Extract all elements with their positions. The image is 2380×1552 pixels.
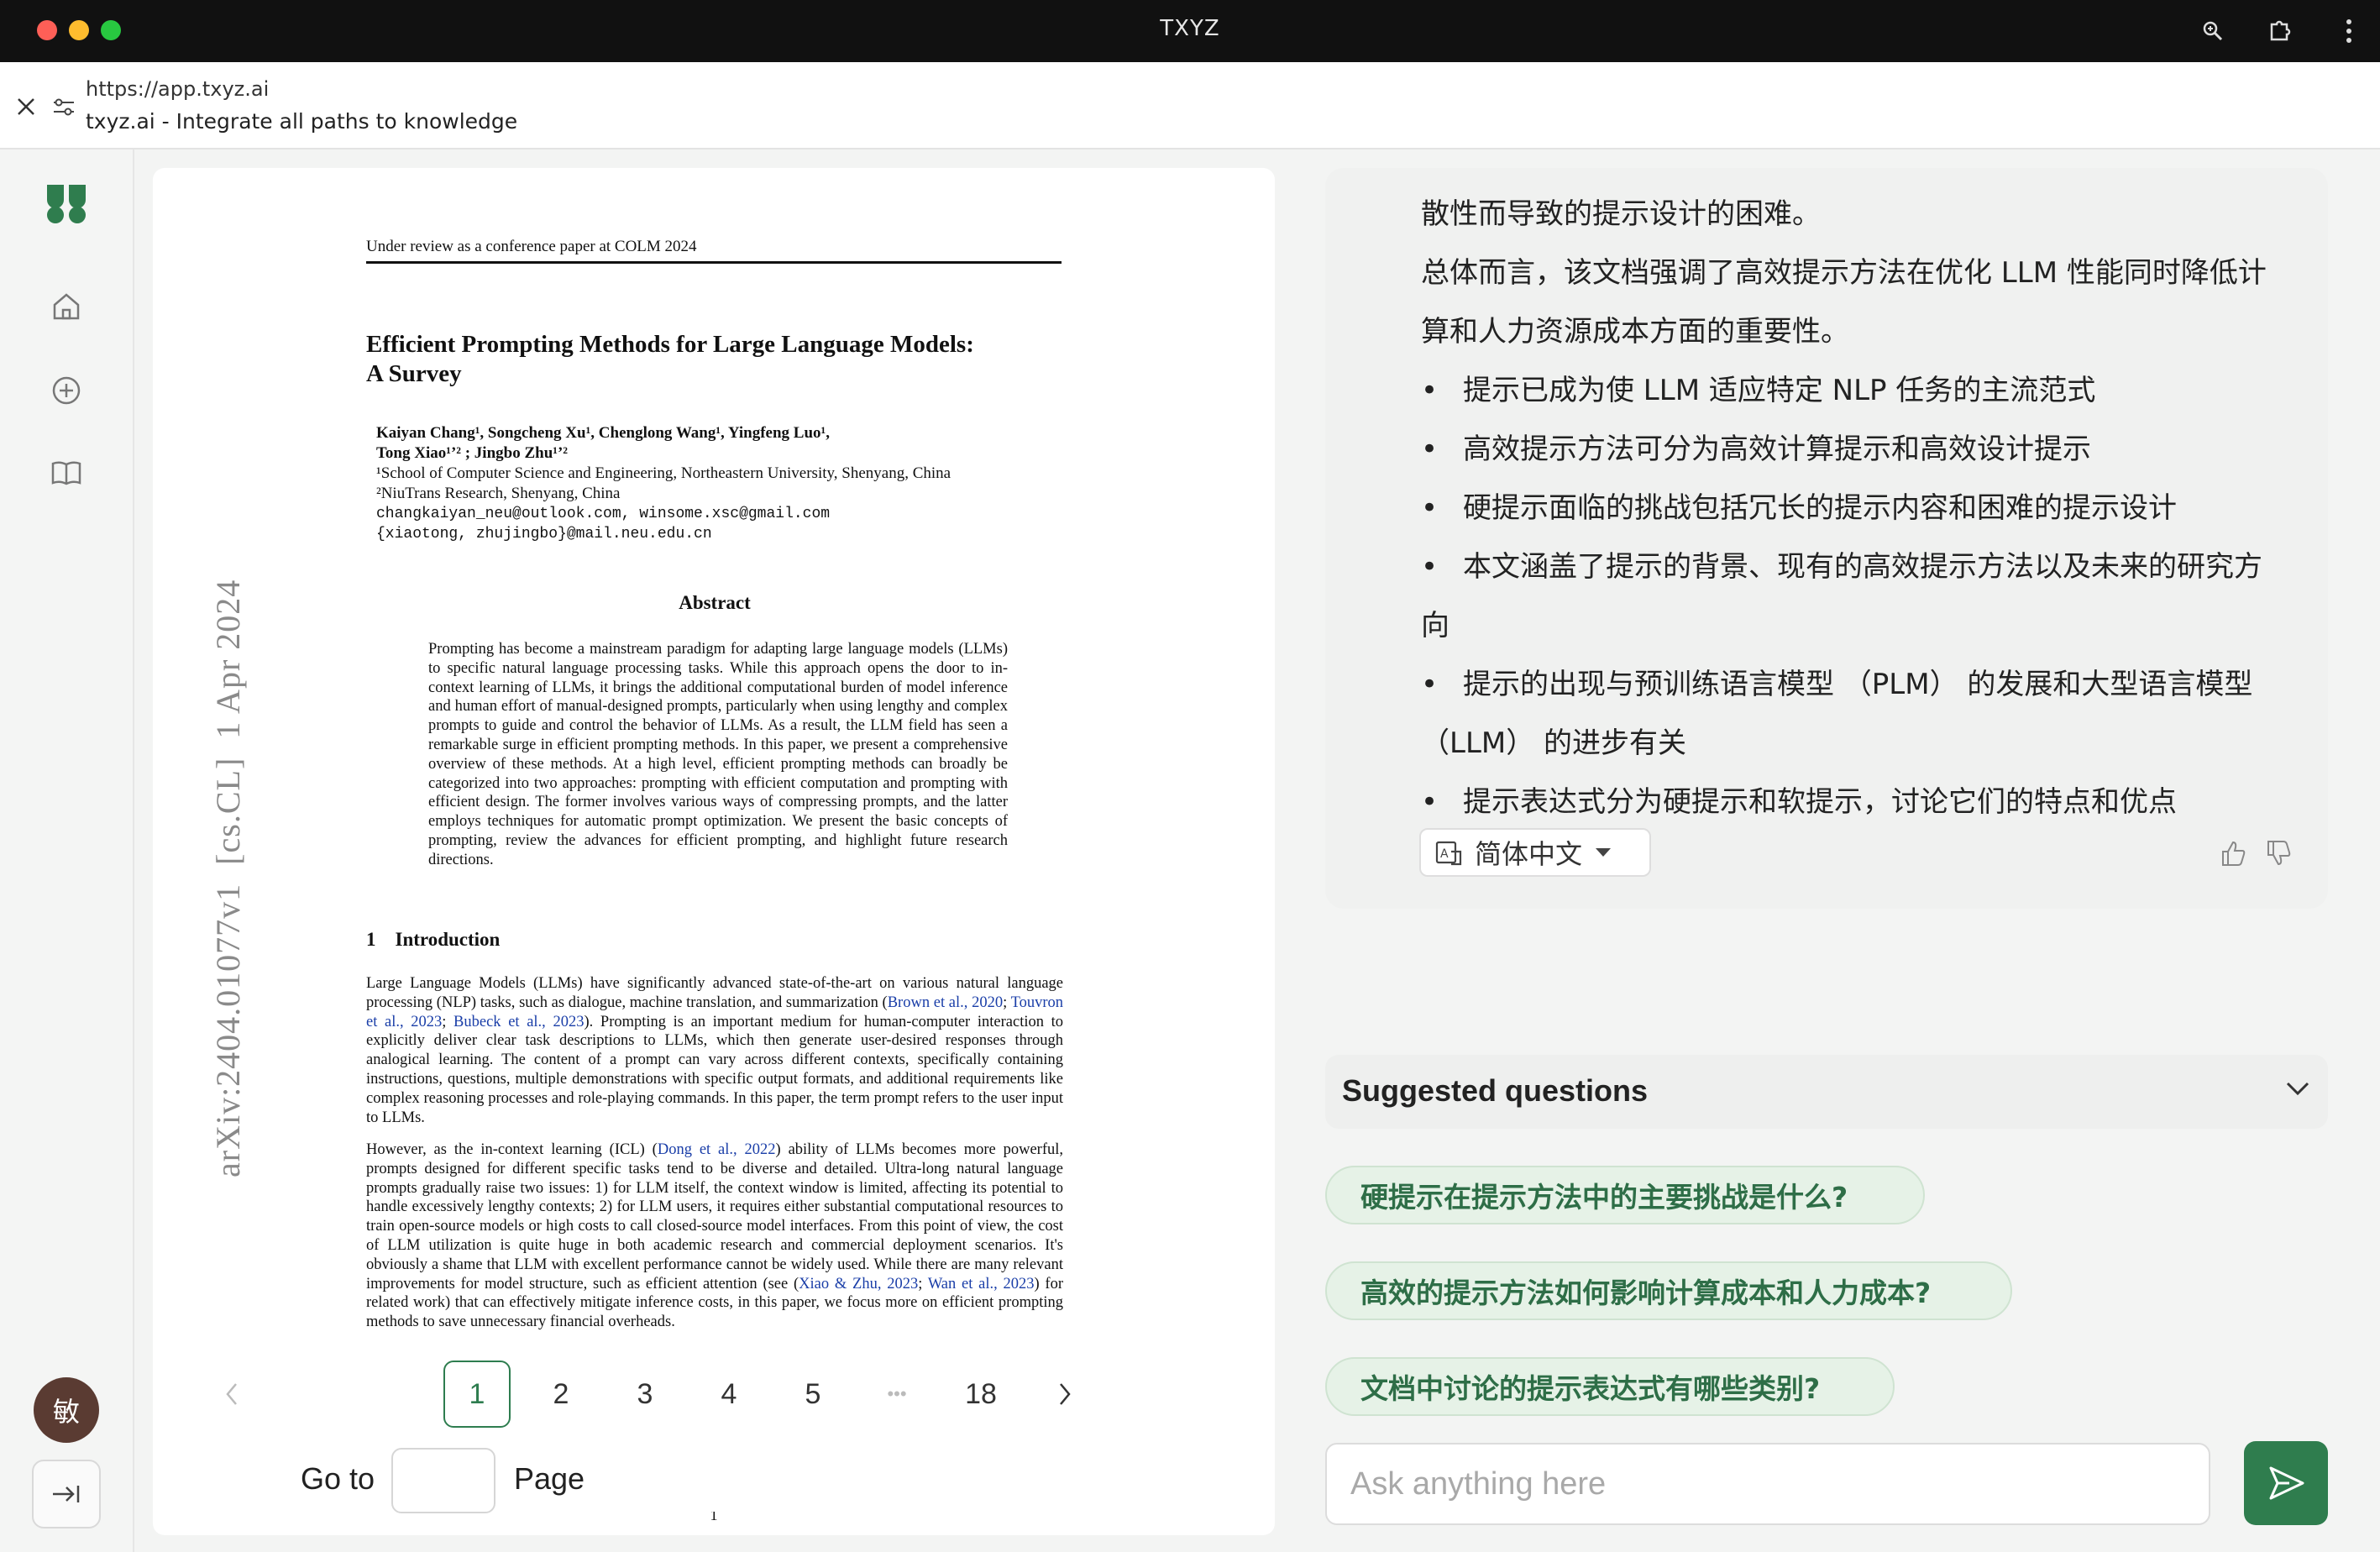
url-bar: https://app.txyz.ai txyz.ai - Integrate … bbox=[0, 62, 2380, 149]
pdf-authors-line-2: Tong Xiao¹ʼ² ; Jingbo Zhu¹ʼ² bbox=[376, 444, 568, 462]
chat-bullet-4-continued: 向 bbox=[1421, 609, 1449, 642]
chat-bullet-5-continued: （LLM） 的进步有关 bbox=[1421, 726, 1687, 760]
ask-input-placeholder: Ask anything here bbox=[1350, 1466, 1607, 1502]
chat-bullet-1: 提示已成为使 LLM 适应特定 NLP 任务的主流范式 bbox=[1421, 361, 2294, 420]
pdf-authors-line-1: Kaiyan Chang¹, Songcheng Xu¹, Chenglong … bbox=[376, 424, 830, 442]
chat-bullet-3: 硬提示面临的挑战包括冗长的提示内容和困难的提示设计 bbox=[1421, 479, 2294, 537]
pdf-viewer[interactable]: Under review as a conference paper at CO… bbox=[153, 168, 1275, 1535]
chat-summary-line-2: 算和人力资源成本方面的重要性。 bbox=[1421, 315, 1849, 349]
close-icon[interactable] bbox=[15, 96, 37, 121]
goto-page-input[interactable] bbox=[391, 1448, 495, 1513]
chat-bullet-6: 提示表达式分为硬提示和软提示，讨论它们的特点和优点 bbox=[1421, 773, 2294, 831]
user-avatar[interactable]: 敏 bbox=[34, 1377, 99, 1443]
pdf-title-line-1: Efficient Prompting Methods for Large La… bbox=[366, 331, 974, 358]
pdf-affiliation-1: ¹School of Computer Science and Engineer… bbox=[376, 464, 951, 482]
collapse-sidebar-button[interactable] bbox=[32, 1460, 101, 1528]
url-text[interactable]: https://app.txyz.ai bbox=[86, 77, 269, 101]
caret-down-icon bbox=[1596, 848, 1612, 857]
thumbs-up-icon[interactable] bbox=[2217, 836, 2251, 870]
suggested-question-2[interactable]: 高效的提示方法如何影响计算成本和人力成本? bbox=[1325, 1261, 2012, 1320]
chevron-down-icon bbox=[2281, 1072, 2314, 1109]
svg-text:A: A bbox=[1440, 847, 1449, 861]
page-button-3[interactable]: 3 bbox=[611, 1361, 679, 1428]
chevron-right-icon bbox=[1060, 1383, 1071, 1405]
send-button[interactable] bbox=[2244, 1441, 2328, 1525]
pdf-running-header: Under review as a conference paper at CO… bbox=[366, 238, 1062, 264]
pdf-intro-paragraph-1: Large Language Models (LLMs) have signif… bbox=[366, 975, 1064, 1126]
goto-label: Go to bbox=[301, 1461, 375, 1496]
page-label: Page bbox=[514, 1461, 585, 1496]
pdf-email-1: changkaiyan_neu@outlook.com, winsome.xsc… bbox=[376, 506, 831, 522]
chat-bullet-5: 提示的出现与预训练语言模型 （PLM） 的发展和大型语言模型 bbox=[1421, 655, 2294, 714]
page-button-last[interactable]: 18 bbox=[947, 1361, 1014, 1428]
pdf-abstract-body: Prompting has become a mainstream paradi… bbox=[428, 641, 1008, 868]
arxiv-stamp: arXiv:2404.01077v1 [cs.CL] 1 Apr 2024 bbox=[209, 579, 247, 1177]
extensions-icon[interactable] bbox=[2264, 15, 2296, 47]
chat-bullet-4: 本文涵盖了提示的背景、现有的高效提示方法以及未来的研究方 bbox=[1421, 537, 2294, 596]
ask-input[interactable]: Ask anything here bbox=[1325, 1443, 2210, 1525]
pdf-authors-block: Kaiyan Chang¹, Songcheng Xu¹, Chenglong … bbox=[376, 423, 1132, 544]
page-title: txyz.ai - Integrate all paths to knowled… bbox=[86, 109, 518, 134]
next-page-button[interactable] bbox=[1031, 1361, 1098, 1428]
page-ellipsis[interactable]: ••• bbox=[863, 1361, 931, 1428]
pdf-section-heading: 1 Introduction bbox=[366, 929, 501, 950]
home-icon[interactable] bbox=[42, 282, 91, 331]
suggested-questions-header[interactable]: Suggested questions bbox=[1325, 1055, 2328, 1129]
thumbs-down-icon[interactable] bbox=[2262, 836, 2296, 870]
translate-icon: A bbox=[1435, 841, 1462, 866]
library-book-icon[interactable] bbox=[42, 448, 91, 497]
pdf-page: Under review as a conference paper at CO… bbox=[153, 168, 1275, 1535]
chat-summary-line-1: 总体而言，该文档强调了高效提示方法在优化 LLM 性能同时降低计 bbox=[1421, 256, 2267, 290]
pdf-email-2: {xiaotong, zhujingbo}@mail.neu.edu.cn bbox=[376, 526, 712, 543]
page-button-1[interactable]: 1 bbox=[443, 1361, 511, 1428]
chat-bullet-2: 高效提示方法可分为高效计算提示和高效设计提示 bbox=[1421, 420, 2294, 479]
zoom-icon[interactable] bbox=[2197, 15, 2229, 47]
collapse-arrow-icon bbox=[53, 1486, 80, 1502]
page-button-2[interactable]: 2 bbox=[527, 1361, 595, 1428]
pagination-bar: 1 2 3 4 5 ••• 18 Go to Page bbox=[197, 1344, 1229, 1513]
page-button-4[interactable]: 4 bbox=[695, 1361, 763, 1428]
left-sidebar: 敏 bbox=[0, 149, 134, 1552]
send-icon bbox=[2269, 1466, 2304, 1500]
pdf-affiliation-2: ²NiuTrans Research, Shenyang, China bbox=[376, 485, 621, 502]
chat-line-partial: 散性而导致的提示设计的困难。 bbox=[1421, 197, 1821, 231]
pdf-title-line-2: A Survey bbox=[366, 360, 462, 387]
suggested-questions-title: Suggested questions bbox=[1342, 1073, 1649, 1108]
txyz-logo-icon[interactable] bbox=[42, 178, 91, 227]
language-label: 简体中文 bbox=[1475, 838, 1583, 870]
language-select[interactable]: A 简体中文 bbox=[1419, 828, 1651, 877]
pdf-abstract-title: Abstract bbox=[679, 592, 751, 613]
suggested-question-3[interactable]: 文档中讨论的提示表达式有哪些类别? bbox=[1325, 1357, 1895, 1416]
pdf-paper-title: Efficient Prompting Methods for Large La… bbox=[366, 330, 1088, 389]
chevron-left-icon bbox=[226, 1383, 237, 1405]
page-button-5[interactable]: 5 bbox=[779, 1361, 847, 1428]
more-menu-icon[interactable] bbox=[2333, 15, 2365, 47]
prev-page-button[interactable] bbox=[198, 1361, 265, 1428]
window-titlebar: TXYZ bbox=[0, 0, 2380, 62]
chat-response-text: 散性而导致的提示设计的困难。 总体而言，该文档强调了高效提示方法在优化 LLM … bbox=[1421, 185, 2294, 831]
pdf-intro-paragraph-2: However, as the in-context learning (ICL… bbox=[366, 1141, 1064, 1331]
site-settings-icon[interactable] bbox=[52, 96, 76, 121]
add-circle-icon[interactable] bbox=[42, 366, 91, 415]
window-title: TXYZ bbox=[1160, 16, 1220, 41]
suggested-question-1[interactable]: 硬提示在提示方法中的主要挑战是什么? bbox=[1325, 1166, 1925, 1224]
